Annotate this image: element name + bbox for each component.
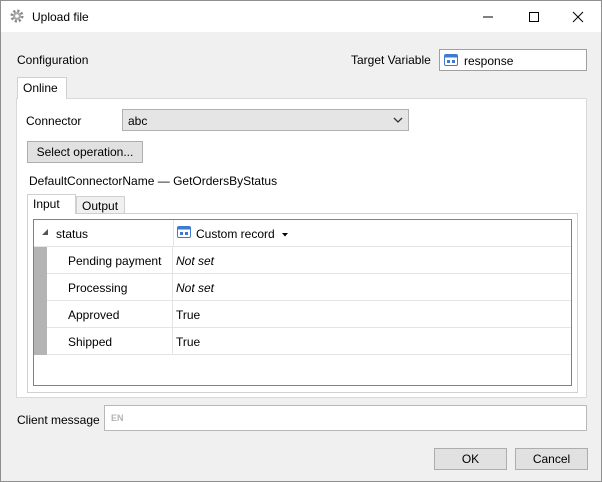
close-button[interactable] <box>555 1 601 32</box>
tab-output[interactable]: Output <box>76 196 125 214</box>
connector-select[interactable]: abc <box>122 109 409 131</box>
title-bar: Upload file <box>1 1 601 32</box>
tab-output-label: Output <box>82 199 119 213</box>
window-title: Upload file <box>32 10 89 24</box>
row-value[interactable]: Not set <box>176 281 214 295</box>
connector-value: abc <box>128 114 148 128</box>
close-icon <box>572 11 584 22</box>
collapse-triangle-icon[interactable] <box>42 229 49 236</box>
table-row[interactable]: Approved True <box>34 301 571 328</box>
client-message-input[interactable]: EN <box>104 405 587 431</box>
operation-name: DefaultConnectorName — GetOrdersByStatus <box>29 174 278 188</box>
maximize-icon <box>529 11 539 22</box>
connector-label: Connector <box>26 114 82 128</box>
tab-online-label: Online <box>23 81 58 95</box>
table-row[interactable]: Shipped True <box>34 328 571 355</box>
group-name: status <box>56 227 89 241</box>
tab-input-label: Input <box>33 197 60 211</box>
row-name: Approved <box>68 308 120 322</box>
table-row[interactable]: Processing Not set <box>34 274 571 301</box>
chevron-down-icon <box>393 117 403 123</box>
minimize-button[interactable] <box>465 1 511 32</box>
row-value[interactable]: Not set <box>176 254 214 268</box>
tab-online[interactable]: Online <box>17 77 67 99</box>
upload-file-dialog: Upload file Configuration Target Variabl… <box>0 0 602 482</box>
group-type-label: Custom record <box>196 227 275 241</box>
row-name: Pending payment <box>68 254 162 268</box>
target-variable-field[interactable]: response <box>439 49 587 71</box>
cancel-button[interactable]: Cancel <box>515 448 588 470</box>
target-variable-value: response <box>464 54 514 68</box>
ok-button[interactable]: OK <box>434 448 507 470</box>
gear-icon <box>10 9 24 23</box>
maximize-button[interactable] <box>511 1 557 32</box>
table-row[interactable]: Pending payment Not set <box>34 247 571 274</box>
client-message-label: Client message <box>17 413 100 427</box>
caret-down-icon <box>282 232 289 237</box>
record-icon <box>444 54 458 66</box>
minimize-icon <box>483 16 493 17</box>
row-value[interactable]: True <box>176 335 200 349</box>
property-grid: status Custom record Pending payment Not… <box>33 219 572 386</box>
group-type-dropdown[interactable]: Custom record <box>196 227 289 241</box>
record-icon <box>177 226 191 238</box>
row-value[interactable]: True <box>176 308 200 322</box>
language-badge: EN <box>111 413 124 423</box>
tab-input[interactable]: Input <box>27 194 76 214</box>
select-operation-button[interactable]: Select operation... <box>27 141 143 163</box>
row-name: Shipped <box>68 335 113 349</box>
target-variable-label: Target Variable <box>351 53 431 67</box>
configuration-label: Configuration <box>17 53 89 67</box>
row-name: Processing <box>68 281 128 295</box>
grid-group-row[interactable]: status Custom record <box>34 220 571 247</box>
